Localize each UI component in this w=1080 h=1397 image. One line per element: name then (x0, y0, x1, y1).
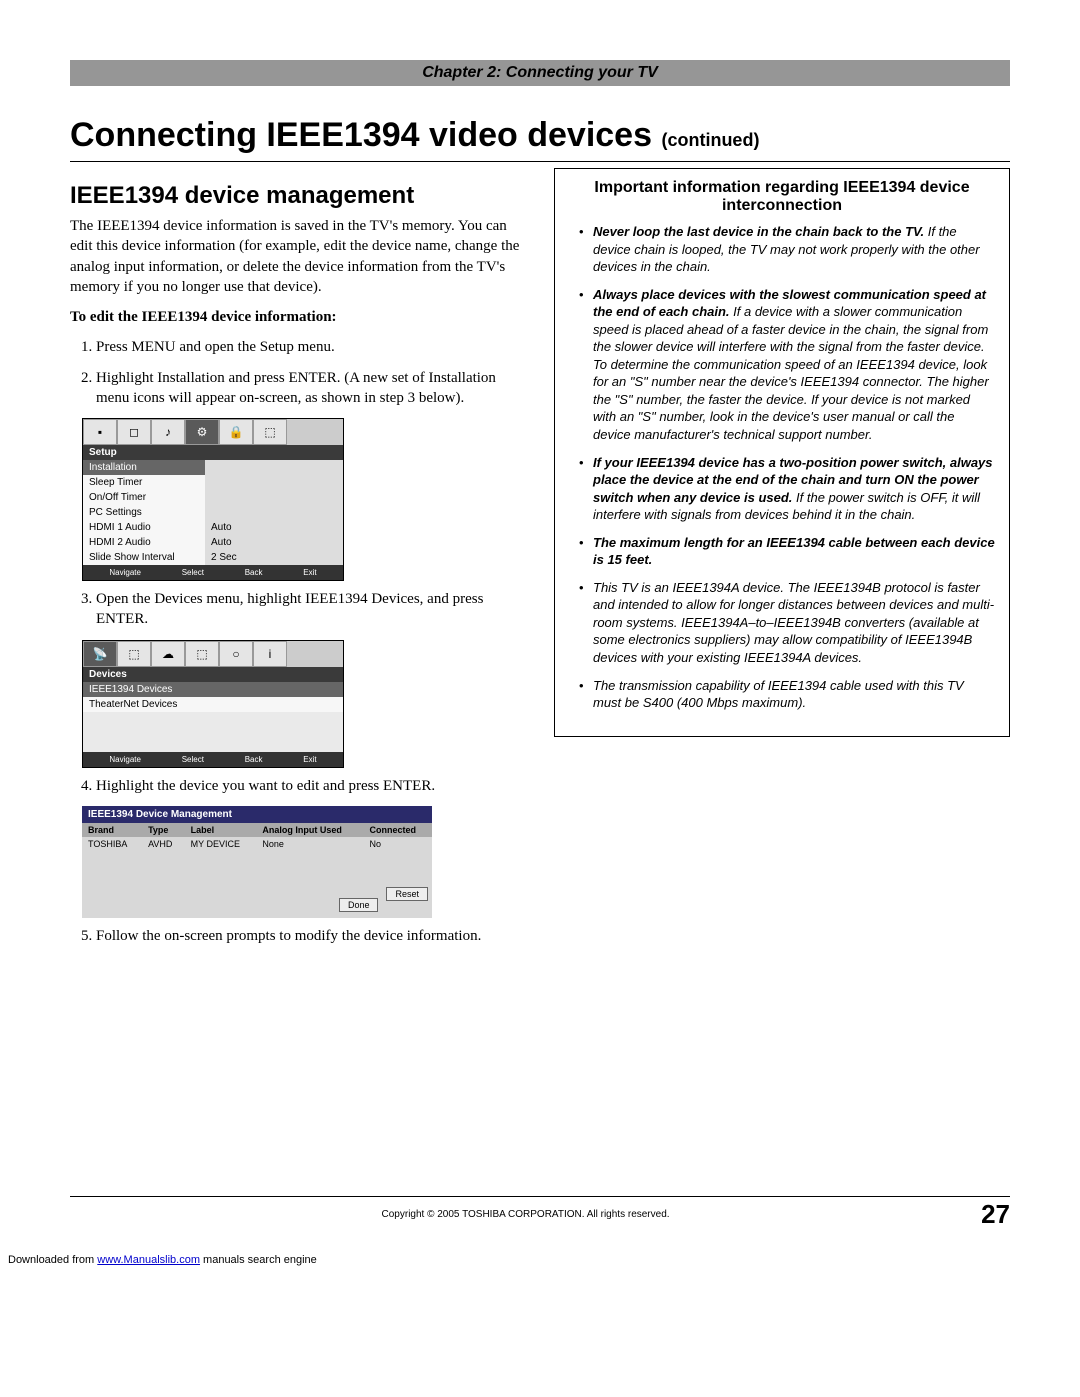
footer-select: Select (182, 568, 204, 577)
footer-nav: Navigate (109, 755, 141, 764)
page-title: Connecting IEEE1394 video devices (conti… (70, 116, 1010, 162)
tab-icon: ⬚ (117, 641, 151, 667)
tab-icon: ▪ (83, 419, 117, 445)
bullet-5: This TV is an IEEE1394A device. The IEEE… (583, 579, 995, 667)
footer-exit: Exit (303, 755, 316, 764)
sub-heading: IEEE1394 device management (70, 182, 526, 210)
col-header: Brand (82, 823, 142, 837)
menu-item: Slide Show Interval (83, 550, 205, 565)
menu-value (205, 505, 343, 520)
menu-item: TheaterNet Devices (83, 697, 255, 712)
done-button: Done (339, 898, 379, 912)
copyright: Copyright © 2005 TOSHIBA CORPORATION. Al… (70, 1209, 981, 1220)
bullet-6: The transmission capability of IEEE1394 … (583, 677, 995, 712)
menu-value (205, 460, 343, 475)
menu-item: HDMI 2 Audio (83, 535, 205, 550)
step-3: Open the Devices menu, highlight IEEE139… (96, 589, 526, 630)
menu-item: On/Off Timer (83, 490, 205, 505)
footer-exit: Exit (303, 568, 316, 577)
menu-title: Setup (83, 445, 343, 460)
menu-value: 2 Sec (205, 550, 343, 565)
tab-icon: ○ (219, 641, 253, 667)
bullet-3: If your IEEE1394 device has a two-positi… (583, 454, 995, 524)
tab-icon: ☁ (151, 641, 185, 667)
bullet-text: If a device with a slower communication … (593, 304, 989, 442)
bullet-text: This TV is an IEEE1394A device. The IEEE… (593, 580, 994, 665)
bullet-text: The transmission capability of IEEE1394 … (593, 678, 964, 711)
menu-value (205, 490, 343, 505)
tab-icon: ♪ (151, 419, 185, 445)
menu-item: Installation (83, 460, 205, 475)
tab-icon: ⬚ (253, 419, 287, 445)
cell: None (256, 837, 363, 851)
menu-value: Auto (205, 520, 343, 535)
devmgmt-title: IEEE1394 Device Management (82, 806, 432, 823)
col-header: Analog Input Used (256, 823, 363, 837)
footer-nav: Navigate (109, 568, 141, 577)
reset-button: Reset (386, 887, 428, 901)
menu-item: IEEE1394 Devices (83, 682, 255, 697)
intro-paragraph: The IEEE1394 device information is saved… (70, 216, 526, 297)
important-info-callout: Important information regarding IEEE1394… (554, 168, 1010, 737)
col-header: Connected (364, 823, 433, 837)
callout-heading: Important information regarding IEEE1394… (569, 179, 995, 215)
cell: TOSHIBA (82, 837, 142, 851)
col-header: Type (142, 823, 185, 837)
bullet-bold: Never loop the last device in the chain … (593, 224, 924, 239)
chapter-bar: Chapter 2: Connecting your TV (70, 60, 1010, 86)
step-5: Follow the on-screen prompts to modify t… (96, 926, 526, 946)
menu-item: PC Settings (83, 505, 205, 520)
step-1: Press MENU and open the Setup menu. (96, 337, 526, 357)
tab-icon: ◻ (117, 419, 151, 445)
menu-item: HDMI 1 Audio (83, 520, 205, 535)
manualslib-link[interactable]: www.Manualslib.com (97, 1254, 200, 1266)
bullet-1: Never loop the last device in the chain … (583, 223, 995, 276)
bullet-4: The maximum length for an IEEE1394 cable… (583, 534, 995, 569)
footer-select: Select (182, 755, 204, 764)
device-management-screenshot: IEEE1394 Device Management Brand Type La… (82, 806, 432, 918)
footer-back: Back (245, 568, 263, 577)
menu-screenshot-setup: ▪ ◻ ♪ ⚙ 🔒 ⬚ Setup Installation Sleep Tim… (82, 418, 344, 581)
tab-icon: 🔒 (219, 419, 253, 445)
footer-back: Back (245, 755, 263, 764)
edit-label: To edit the IEEE1394 device information: (70, 307, 526, 327)
menu-screenshot-devices: 📡 ⬚ ☁ ⬚ ○ i Devices IEEE1394 Devices The… (82, 640, 344, 768)
tab-icon: ⬚ (185, 641, 219, 667)
title-main: Connecting IEEE1394 video devices (70, 116, 661, 154)
tab-icon: 📡 (83, 641, 117, 667)
page-number: 27 (981, 1199, 1010, 1230)
title-continued: (continued) (661, 130, 759, 150)
dl-post: manuals search engine (200, 1254, 317, 1266)
bullet-2: Always place devices with the slowest co… (583, 286, 995, 444)
bullet-bold: The maximum length for an IEEE1394 cable… (593, 535, 995, 568)
step-4: Highlight the device you want to edit an… (96, 776, 526, 796)
tab-icon: i (253, 641, 287, 667)
menu-value (205, 475, 343, 490)
dl-pre: Downloaded from (8, 1254, 97, 1266)
menu-value: Auto (205, 535, 343, 550)
cell: No (364, 837, 433, 851)
menu-title: Devices (83, 667, 343, 682)
tab-icon: ⚙ (185, 419, 219, 445)
cell: AVHD (142, 837, 185, 851)
cell: MY DEVICE (185, 837, 257, 851)
step-2: Highlight Installation and press ENTER. … (96, 368, 526, 409)
menu-item: Sleep Timer (83, 475, 205, 490)
download-footer: Downloaded from www.Manualslib.com manua… (0, 1250, 1080, 1270)
col-header: Label (185, 823, 257, 837)
